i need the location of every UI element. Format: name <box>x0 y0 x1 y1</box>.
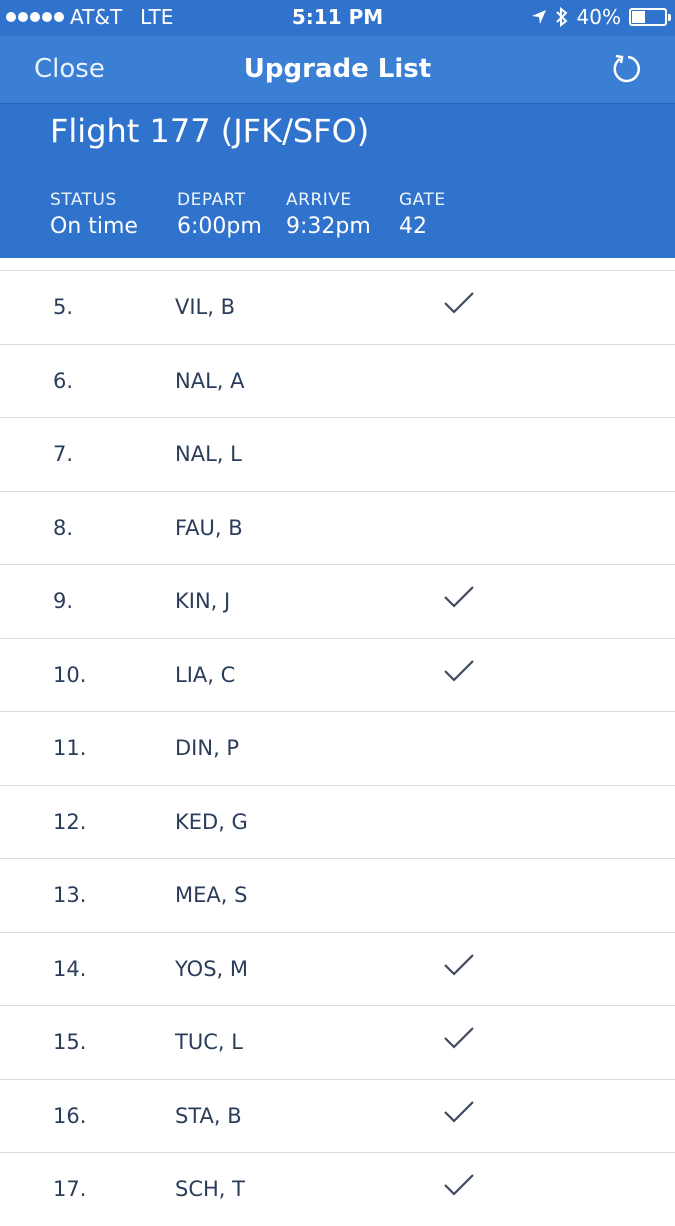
gate-label: GATE <box>399 190 446 210</box>
list-item[interactable]: 12. KED, G <box>0 784 675 859</box>
list-item[interactable]: 5. VIL, B <box>0 270 675 344</box>
passenger-rank: 7. <box>53 442 74 466</box>
passenger-name: SCH, T <box>175 1177 245 1201</box>
refresh-icon[interactable] <box>611 52 645 86</box>
nav-bar: Close Upgrade List <box>0 36 675 104</box>
passenger-rank: 12. <box>53 809 87 834</box>
flight-title: Flight 177 (JFK/SFO) <box>50 112 370 150</box>
flight-header: AT&T LTE 5:11 PM 40% Close Upgrade List … <box>0 0 675 258</box>
passenger-name: NAL, A <box>175 368 245 393</box>
list-item[interactable]: 13. MEA, S <box>0 858 675 932</box>
passenger-rank: 17. <box>53 1177 87 1201</box>
passenger-rank: 9. <box>53 589 74 613</box>
checkmark-icon <box>444 659 474 682</box>
checkmark-icon <box>444 292 474 314</box>
list-item[interactable]: 8. FAU, B <box>0 490 675 565</box>
passenger-name: VIL, B <box>175 295 236 319</box>
arrive-label: ARRIVE <box>286 190 352 210</box>
status-info: STATUS On time <box>50 190 138 239</box>
passenger-name: KED, G <box>175 809 248 834</box>
gate-info: GATE 42 <box>399 190 446 239</box>
depart-value: 6:00pm <box>177 214 262 239</box>
status-label: STATUS <box>50 190 117 210</box>
list-item[interactable]: 9. KIN, J <box>0 564 675 638</box>
passenger-name: MEA, S <box>175 883 248 907</box>
arrive-value: 9:32pm <box>286 214 371 239</box>
list-item[interactable]: 10. LIA, C <box>0 637 675 712</box>
upgrade-list[interactable]: 5. VIL, B 6. NAL, A 7. NAL, L 8. FAU, B 9. KIN, J… <box>0 270 675 1226</box>
passenger-name: NAL, L <box>175 442 242 466</box>
battery-icon <box>629 8 671 26</box>
passenger-name: TUC, L <box>175 1030 243 1054</box>
page-title: Upgrade List <box>243 54 432 84</box>
list-item[interactable]: 16. STA, B <box>0 1078 675 1153</box>
passenger-rank: 8. <box>53 515 74 540</box>
passenger-rank: 16. <box>53 1103 87 1128</box>
list-item[interactable]: 17. SCH, T <box>0 1152 675 1226</box>
passenger-name: FAU, B <box>175 515 243 540</box>
passenger-name: STA, B <box>175 1103 242 1128</box>
status-value: On time <box>50 214 138 239</box>
checkmark-icon <box>444 1174 474 1196</box>
depart-info: DEPART 6:00pm <box>177 190 262 239</box>
bluetooth-icon <box>555 7 568 27</box>
list-item[interactable]: 11. DIN, P <box>0 711 675 785</box>
list-item[interactable]: 7. NAL, L <box>0 417 675 491</box>
passenger-rank: 5. <box>53 295 74 319</box>
passenger-rank: 10. <box>53 662 87 687</box>
checkmark-icon <box>444 1100 474 1123</box>
checkmark-icon <box>444 586 474 608</box>
passenger-rank: 14. <box>53 956 87 981</box>
depart-label: DEPART <box>177 190 246 210</box>
list-item[interactable]: 6. NAL, A <box>0 343 675 418</box>
battery-percent: 40% <box>576 5 621 29</box>
list-item[interactable]: 15. TUC, L <box>0 1005 675 1079</box>
passenger-rank: 6. <box>53 368 74 393</box>
checkmark-icon <box>444 1027 474 1049</box>
passenger-rank: 11. <box>53 736 87 760</box>
status-bar: AT&T LTE 5:11 PM 40% <box>0 0 675 36</box>
passenger-rank: 13. <box>53 883 87 907</box>
passenger-name: DIN, P <box>175 736 240 760</box>
checkmark-icon <box>444 953 474 976</box>
arrive-info: ARRIVE 9:32pm <box>286 190 371 239</box>
passenger-name: KIN, J <box>175 589 231 613</box>
passenger-rank: 15. <box>53 1030 87 1054</box>
passenger-name: YOS, M <box>175 956 249 981</box>
gate-value: 42 <box>399 214 427 239</box>
location-arrow-icon <box>531 10 546 24</box>
list-item[interactable]: 14. YOS, M <box>0 931 675 1006</box>
passenger-name: LIA, C <box>175 662 236 687</box>
